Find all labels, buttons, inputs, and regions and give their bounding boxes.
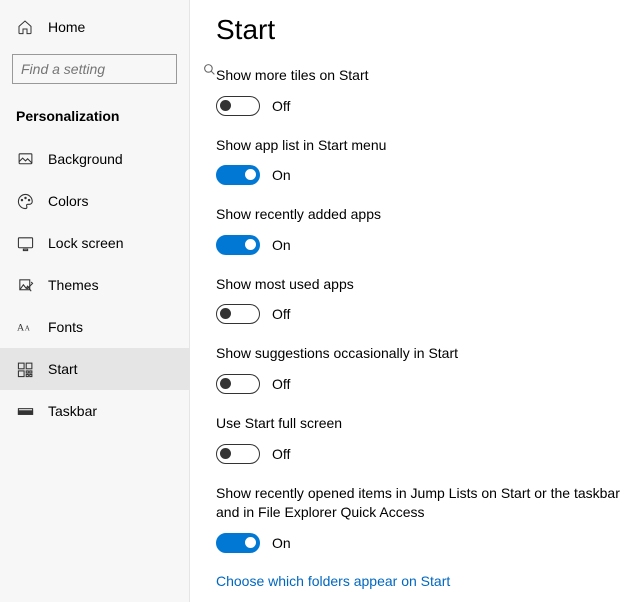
setting-label: Show recently added apps xyxy=(216,205,640,225)
sidebar-item-taskbar[interactable]: Taskbar xyxy=(0,390,189,432)
search-box[interactable] xyxy=(12,54,177,84)
setting-full-screen: Use Start full screen Off xyxy=(216,414,640,464)
sidebar-item-label: Lock screen xyxy=(48,235,123,251)
setting-label: Show app list in Start menu xyxy=(216,136,640,156)
toggle-jump-lists[interactable] xyxy=(216,533,260,553)
sidebar-item-start[interactable]: Start xyxy=(0,348,189,390)
toggle-show-app-list[interactable] xyxy=(216,165,260,185)
toggle-state: On xyxy=(272,237,291,253)
toggle-suggestions[interactable] xyxy=(216,374,260,394)
home-label: Home xyxy=(48,19,85,35)
setting-label: Show most used apps xyxy=(216,275,640,295)
sidebar-item-label: Colors xyxy=(48,193,88,209)
sidebar-item-themes[interactable]: Themes xyxy=(0,264,189,306)
choose-folders-link[interactable]: Choose which folders appear on Start xyxy=(216,573,640,589)
sidebar-item-label: Taskbar xyxy=(48,403,97,419)
setting-show-app-list: Show app list in Start menu On xyxy=(216,136,640,186)
setting-label: Show more tiles on Start xyxy=(216,66,640,86)
setting-show-more-tiles: Show more tiles on Start Off xyxy=(216,66,640,116)
sidebar-item-label: Themes xyxy=(48,277,99,293)
palette-icon xyxy=(16,192,34,210)
setting-recently-added: Show recently added apps On xyxy=(216,205,640,255)
toggle-state: On xyxy=(272,535,291,551)
search-input[interactable] xyxy=(21,61,203,77)
setting-label: Use Start full screen xyxy=(216,414,640,434)
themes-icon xyxy=(16,276,34,294)
toggle-state: Off xyxy=(272,306,290,322)
section-header: Personalization xyxy=(0,100,189,138)
home-icon xyxy=(16,18,34,36)
sidebar-item-background[interactable]: Background xyxy=(0,138,189,180)
svg-text:A: A xyxy=(24,325,30,333)
image-icon xyxy=(16,150,34,168)
toggle-recently-added[interactable] xyxy=(216,235,260,255)
start-tiles-icon xyxy=(16,360,34,378)
setting-label: Show suggestions occasionally in Start xyxy=(216,344,640,364)
sidebar-item-colors[interactable]: Colors xyxy=(0,180,189,222)
setting-most-used: Show most used apps Off xyxy=(216,275,640,325)
toggle-state: Off xyxy=(272,376,290,392)
main-panel: Start Show more tiles on Start Off Show … xyxy=(190,0,640,602)
sidebar-item-label: Start xyxy=(48,361,78,377)
taskbar-icon xyxy=(16,402,34,420)
toggle-state: Off xyxy=(272,446,290,462)
lock-screen-icon xyxy=(16,234,34,252)
toggle-full-screen[interactable] xyxy=(216,444,260,464)
sidebar-item-fonts[interactable]: AA Fonts xyxy=(0,306,189,348)
toggle-show-more-tiles[interactable] xyxy=(216,96,260,116)
sidebar-item-label: Background xyxy=(48,151,123,167)
toggle-most-used[interactable] xyxy=(216,304,260,324)
toggle-state: Off xyxy=(272,98,290,114)
setting-suggestions: Show suggestions occasionally in Start O… xyxy=(216,344,640,394)
sidebar: Home Personalization Background Colors L… xyxy=(0,0,190,602)
setting-jump-lists: Show recently opened items in Jump Lists… xyxy=(216,484,640,553)
home-nav-item[interactable]: Home xyxy=(0,8,189,46)
sidebar-item-lock-screen[interactable]: Lock screen xyxy=(0,222,189,264)
sidebar-item-label: Fonts xyxy=(48,319,83,335)
setting-label: Show recently opened items in Jump Lists… xyxy=(216,484,640,523)
page-title: Start xyxy=(216,14,640,46)
fonts-icon: AA xyxy=(16,318,34,336)
toggle-state: On xyxy=(272,167,291,183)
svg-text:A: A xyxy=(17,323,25,334)
